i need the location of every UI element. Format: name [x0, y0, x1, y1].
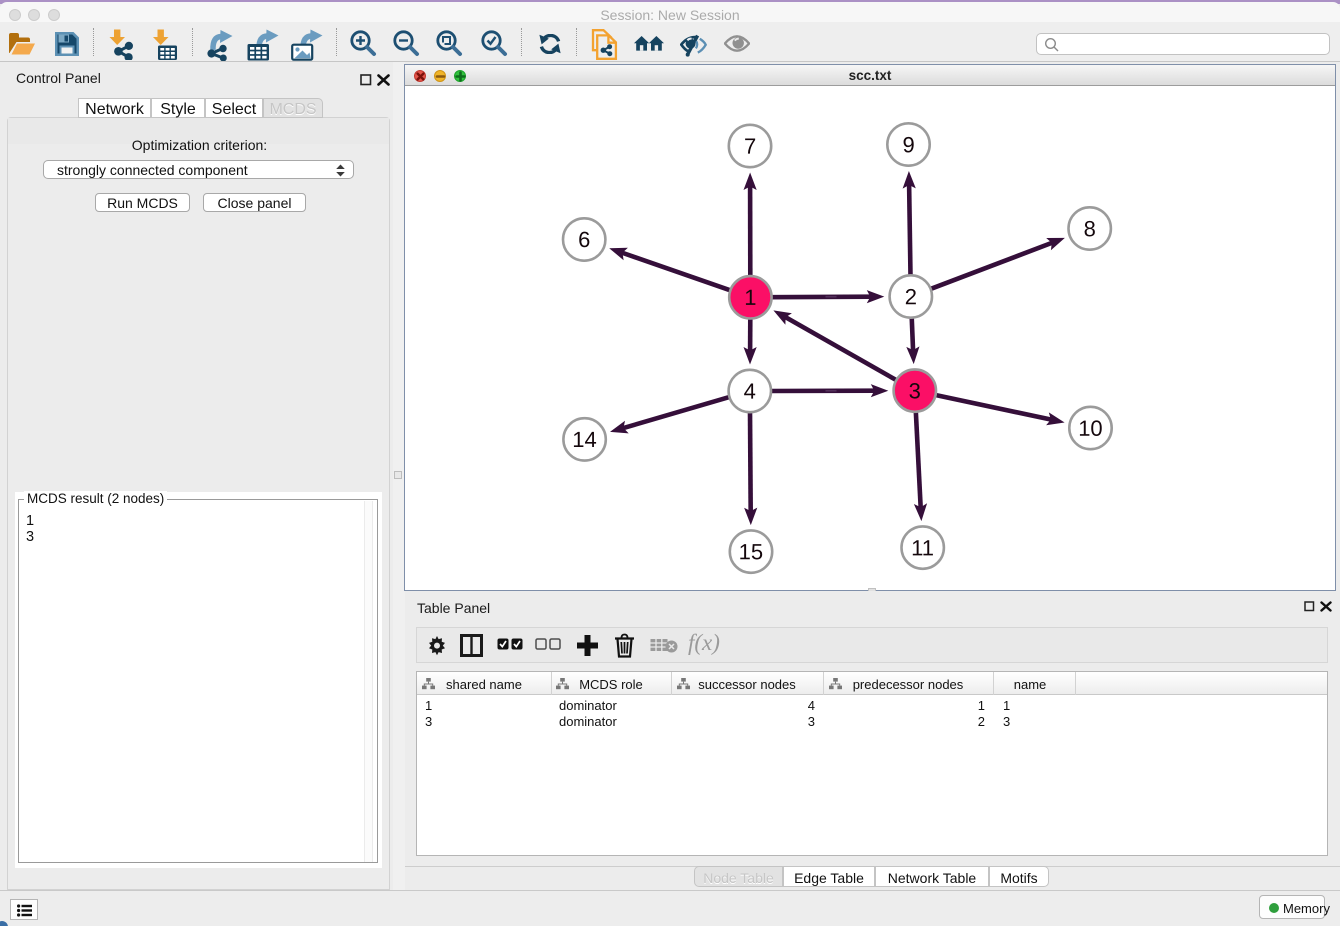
svg-text:2: 2 [905, 284, 917, 309]
svg-text:4: 4 [744, 379, 756, 404]
svg-text:14: 14 [572, 427, 596, 452]
svg-text:7: 7 [744, 134, 756, 159]
svg-text:1: 1 [744, 285, 756, 310]
svg-text:9: 9 [902, 132, 914, 157]
svg-text:3: 3 [909, 378, 921, 403]
svg-text:6: 6 [578, 227, 590, 252]
svg-text:15: 15 [739, 539, 763, 564]
svg-text:11: 11 [911, 535, 934, 560]
svg-text:8: 8 [1084, 216, 1096, 241]
svg-text:10: 10 [1078, 416, 1102, 441]
